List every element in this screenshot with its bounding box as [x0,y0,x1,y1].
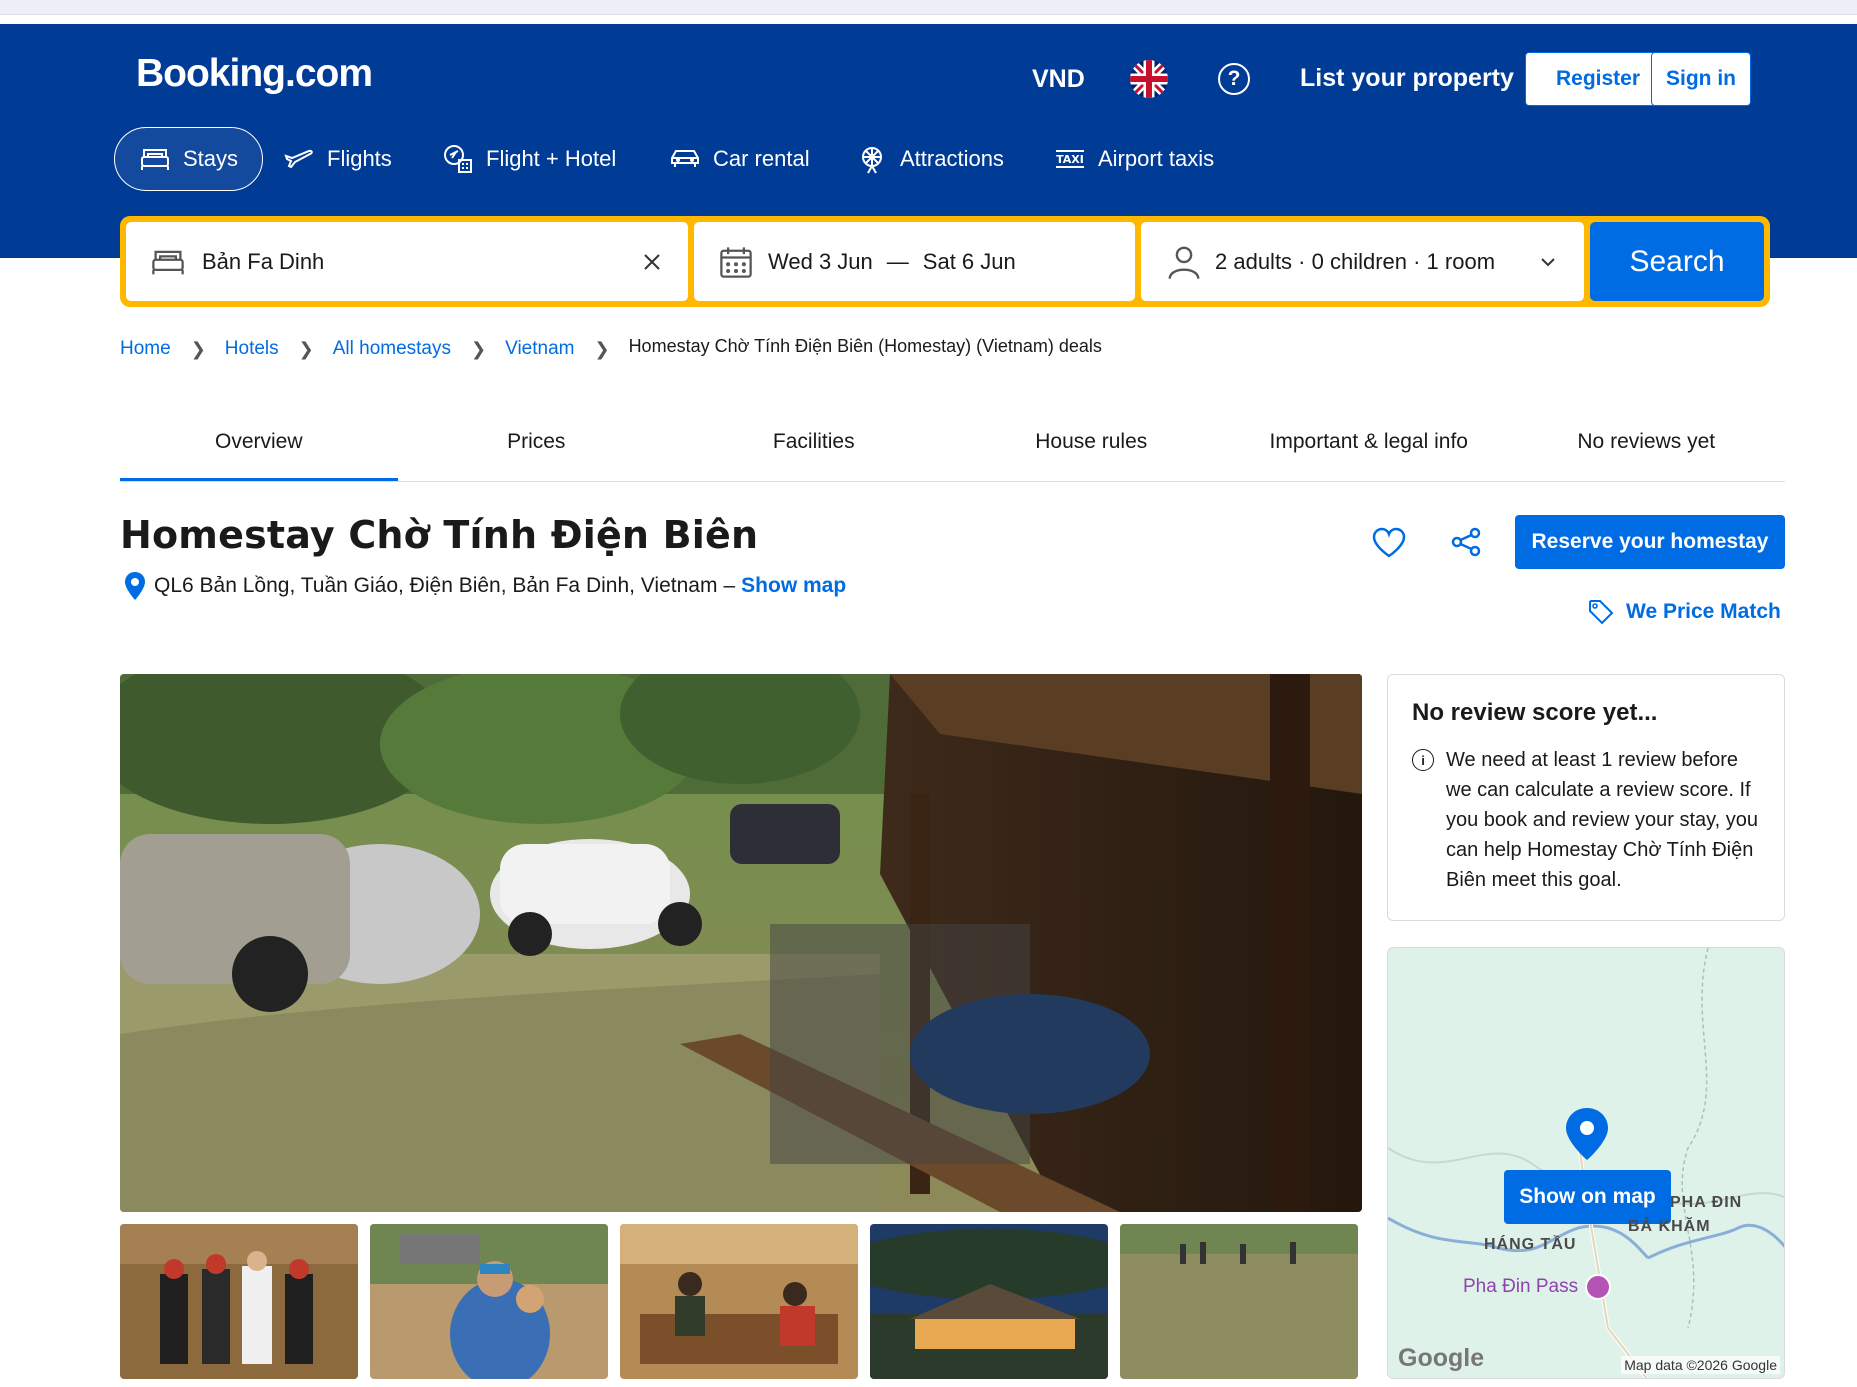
map-pin-icon [1566,1108,1608,1160]
property-tabs: Overview Prices Facilities House rules I… [120,420,1785,482]
tag-icon [1589,600,1614,625]
location-map[interactable]: Show on map PHA ĐIN BẢ KHĂM HÁNG TẦU Pha… [1387,947,1785,1379]
destination-field[interactable]: Bản Fa Dinh [126,222,688,301]
share-icon[interactable] [1450,526,1482,558]
nav-flights[interactable]: Flights [283,127,392,191]
nav-stays-label: Stays [183,146,239,171]
map-label: BẢ KHĂM [1628,1218,1711,1235]
tab-reviews[interactable]: No reviews yet [1508,420,1786,481]
map-poi-label: Pha Đin Pass [1463,1274,1612,1300]
dates-field[interactable]: Wed 3 Jun — Sat 6 Jun [694,222,1135,301]
chevron-right-icon: ❯ [190,338,206,359]
location-pin-icon [125,572,145,600]
breadcrumb: Home ❯ Hotels ❯ All homestays ❯ Vietnam … [120,335,1102,360]
google-logo: Google [1398,1344,1485,1372]
map-label: HÁNG TẦU [1484,1236,1577,1253]
help-icon[interactable]: ? [1218,63,1250,95]
calendar-icon [720,246,752,278]
nav-attractions-label: Attractions [900,146,1004,171]
nav-flight-hotel[interactable]: Flight + Hotel [442,127,616,191]
nav-car-rental-label: Car rental [713,146,810,171]
review-title: No review score yet... [1412,699,1658,726]
destination-value: Bản Fa Dinh [202,248,325,274]
plane-icon [284,149,313,169]
photo-thumbnail[interactable] [120,1224,358,1379]
nav-flights-label: Flights [327,146,392,171]
chevron-right-icon: ❯ [471,338,487,359]
breadcrumb-all-homestays[interactable]: All homestays [333,338,451,360]
uk-flag-icon[interactable] [1130,60,1168,98]
nav-flight-hotel-label: Flight + Hotel [486,146,617,171]
breadcrumb-hotels[interactable]: Hotels [225,338,279,360]
guests-field[interactable]: 2 adults · 0 children · 1 room [1141,222,1584,301]
tab-house-rules[interactable]: House rules [953,420,1231,481]
info-icon: i [1412,749,1434,771]
address-text: QL6 Bản Lồng, Tuần Giáo, Điện Biên, Bản … [154,574,718,597]
map-label: PHA ĐIN [1670,1194,1743,1211]
bed-icon [141,149,169,170]
nav-stays[interactable]: Stays [114,127,264,191]
photo-thumbnail[interactable] [870,1224,1108,1379]
photo-thumbnail[interactable] [1120,1224,1358,1379]
tab-overview[interactable]: Overview [120,420,398,481]
address-dash: – [723,574,736,597]
map-poi-text: Pha Đin Pass [1463,1276,1579,1298]
nav-airport-taxis[interactable]: TAXI Airport taxis [1054,127,1214,191]
photo-thumbnail[interactable] [370,1224,608,1379]
clear-icon[interactable] [642,252,662,272]
search-button[interactable]: Search [1590,222,1764,301]
svg-text:TAXI: TAXI [1056,153,1084,166]
nav-airport-taxis-label: Airport taxis [1098,146,1215,171]
breadcrumb-current: Homestay Chờ Tính Điện Biên (Homestay) (… [628,335,1102,356]
heart-icon[interactable] [1372,527,1406,559]
list-property-link[interactable]: List your property [1300,64,1514,93]
chevron-right-icon: ❯ [298,338,314,359]
guests-value: 2 adults · 0 children · 1 room [1215,248,1496,274]
booking-logo[interactable]: Booking.com [136,52,373,96]
browser-top-strip [0,0,1857,15]
car-icon [671,150,699,167]
map-attribution: Map data ©2026 Google [1621,1356,1780,1374]
breadcrumb-vietnam[interactable]: Vietnam [505,338,574,360]
property-title: Homestay Chờ Tính Điện Biên [120,513,759,557]
nav-attractions[interactable]: Attractions [856,127,1004,191]
breadcrumb-home[interactable]: Home [120,338,171,360]
chevron-down-icon [1541,257,1555,266]
sign-in-button[interactable]: Sign in [1651,52,1751,106]
ferris-wheel-icon [862,147,882,174]
price-match-label: We Price Match [1626,600,1781,623]
tab-prices[interactable]: Prices [398,420,676,481]
show-on-map-button[interactable]: Show on map [1504,1170,1671,1224]
property-address: QL6 Bản Lồng, Tuần Giáo, Điện Biên, Bản … [124,571,846,601]
currency-selector[interactable]: VND [1032,52,1085,106]
show-map-link[interactable]: Show map [741,574,846,598]
taxi-icon: TAXI [1056,150,1084,168]
nav-car-rental[interactable]: Car rental [669,127,810,191]
review-score-card: No review score yet... i We need at leas… [1387,674,1785,921]
bed-icon [152,250,184,274]
chevron-right-icon: ❯ [594,338,610,359]
price-match-link[interactable]: We Price Match [1588,599,1781,625]
tab-facilities[interactable]: Facilities [675,420,953,481]
date-separator: — [886,248,909,274]
tab-important-info[interactable]: Important & legal info [1230,420,1508,481]
main-photo[interactable] [120,674,1362,1212]
checkout-date: Sat 6 Jun [922,248,1016,274]
photo-thumbnail[interactable] [620,1224,858,1379]
checkin-date: Wed 3 Jun [768,248,873,274]
reserve-button[interactable]: Reserve your homestay [1515,515,1785,569]
register-button[interactable]: Register [1525,52,1671,106]
camera-icon [1585,1274,1612,1300]
search-bar: Bản Fa Dinh Wed 3 Jun — Sat 6 Jun 2 adul… [120,216,1770,307]
person-icon [1168,246,1200,279]
review-text: We need at least 1 review before we can … [1446,749,1759,891]
flight-hotel-icon [444,145,472,173]
